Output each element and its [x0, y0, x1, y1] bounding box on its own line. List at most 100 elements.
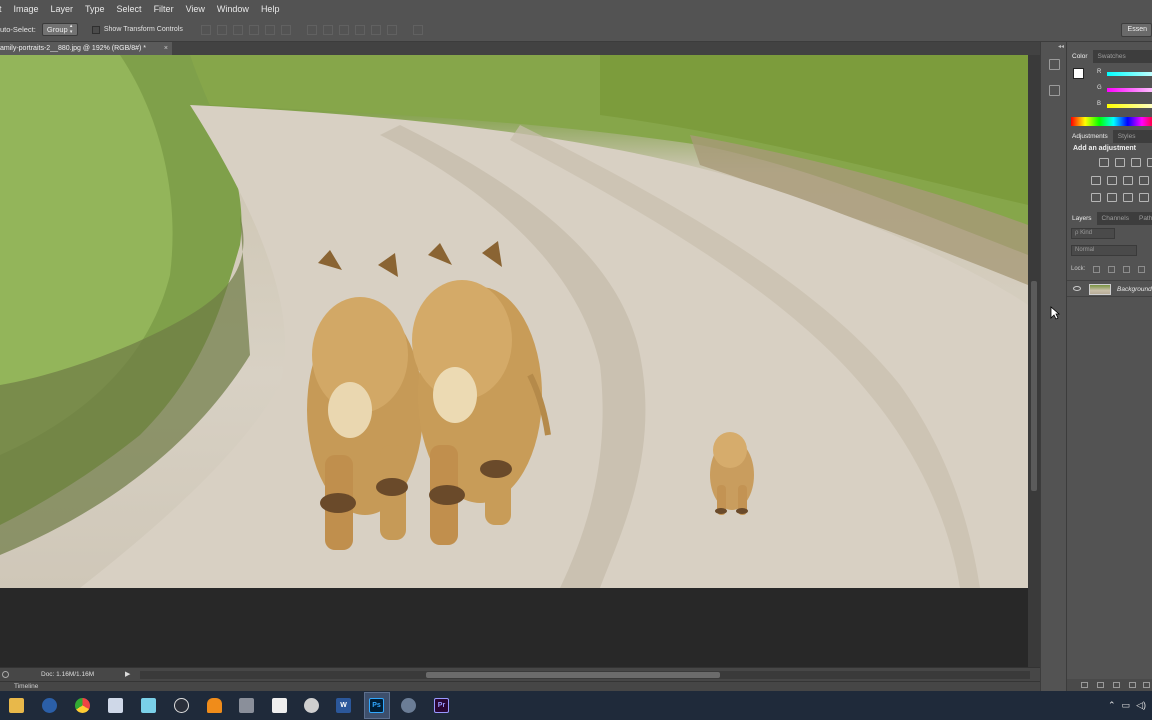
paint-icon[interactable]	[401, 698, 416, 713]
settings-icon[interactable]	[239, 698, 254, 713]
menu-layer[interactable]: Layer	[45, 0, 80, 18]
exposure-icon[interactable]	[1147, 158, 1152, 167]
properties-icon[interactable]	[1049, 85, 1060, 96]
link-layers-icon[interactable]	[1081, 682, 1088, 688]
distribute-top-icon[interactable]	[306, 24, 317, 35]
file-explorer-icon[interactable]	[9, 698, 24, 713]
blue-slider-row[interactable]: B	[1097, 101, 1152, 111]
threshold-icon[interactable]	[1123, 193, 1133, 202]
menu-type[interactable]: Type	[79, 0, 111, 18]
align-top-icon[interactable]	[200, 24, 211, 35]
red-slider[interactable]	[1107, 72, 1152, 76]
fx-icon[interactable]	[1097, 682, 1104, 688]
auto-align-icon[interactable]	[412, 24, 423, 35]
horizontal-scroll-thumb[interactable]	[426, 672, 720, 678]
network-icon[interactable]: ▭	[1122, 700, 1131, 711]
status-menu-arrow[interactable]: ▶	[125, 668, 130, 681]
close-icon[interactable]: ×	[164, 42, 168, 55]
align-vcenter-icon[interactable]	[216, 24, 227, 35]
app-icon[interactable]	[141, 698, 156, 713]
menu-filter[interactable]: Filter	[148, 0, 180, 18]
lock-transparent-icon[interactable]	[1093, 266, 1100, 273]
distribute-right-icon[interactable]	[386, 24, 397, 35]
color-balance-icon[interactable]	[1123, 176, 1133, 185]
document-tab-title: amily-portraits-2__880.jpg @ 192% (RGB/8…	[0, 45, 147, 52]
autoselect-dropdown[interactable]: Group	[41, 23, 78, 36]
distribute-left-icon[interactable]	[354, 24, 365, 35]
menu-view[interactable]: View	[180, 0, 211, 18]
distribute-vcenter-icon[interactable]	[322, 24, 333, 35]
brightness-icon[interactable]	[1099, 158, 1109, 167]
vibrance-icon[interactable]	[1091, 176, 1101, 185]
color-spectrum[interactable]	[1071, 117, 1152, 126]
tab-paths[interactable]: Paths	[1134, 212, 1152, 225]
invert-icon[interactable]	[1091, 193, 1101, 202]
menu-select[interactable]: Select	[111, 0, 148, 18]
blend-mode-dropdown[interactable]: Normal	[1071, 245, 1137, 256]
align-right-icon[interactable]	[280, 24, 291, 35]
tab-channels[interactable]: Channels	[1097, 212, 1134, 225]
calculator-icon[interactable]	[272, 698, 287, 713]
lock-image-icon[interactable]	[1108, 266, 1115, 273]
mask-icon[interactable]	[1113, 682, 1120, 688]
eye-icon[interactable]	[1073, 286, 1081, 291]
align-hcenter-icon[interactable]	[264, 24, 275, 35]
menu-image[interactable]: Image	[8, 0, 45, 18]
curves-icon[interactable]	[1131, 158, 1141, 167]
hue-saturation-icon[interactable]	[1107, 176, 1117, 185]
word-icon[interactable]: W	[336, 698, 351, 713]
gradient-map-icon[interactable]	[1139, 193, 1149, 202]
layers-panel-tabs: Layers Channels Paths	[1067, 212, 1152, 225]
green-slider-row[interactable]: G	[1097, 85, 1152, 95]
layer-name[interactable]: Background	[1117, 281, 1152, 298]
history-icon[interactable]	[1049, 59, 1060, 70]
vertical-scroll-thumb[interactable]	[1031, 281, 1037, 491]
volume-icon[interactable]: ◁)	[1136, 700, 1146, 711]
chrome-icon[interactable]	[75, 698, 90, 713]
menu-help[interactable]: Help	[255, 0, 286, 18]
media-icon[interactable]	[174, 698, 189, 713]
horizontal-scrollbar[interactable]	[140, 671, 1030, 679]
distribute-hcenter-icon[interactable]	[370, 24, 381, 35]
distribute-bottom-icon[interactable]	[338, 24, 349, 35]
layer-row[interactable]: Background	[1067, 280, 1152, 297]
document-image	[0, 55, 1028, 588]
green-label: G	[1097, 85, 1102, 91]
tray-expand-icon[interactable]: ⌃	[1108, 700, 1116, 711]
premiere-icon[interactable]: Pr	[434, 698, 449, 713]
chrome-alt-icon[interactable]	[304, 698, 319, 713]
canvas-area[interactable]	[0, 55, 1028, 667]
workspace-button[interactable]: Essen	[1120, 23, 1152, 37]
posterize-icon[interactable]	[1107, 193, 1117, 202]
vertical-scrollbar[interactable]	[1028, 55, 1040, 667]
black-white-icon[interactable]	[1139, 176, 1149, 185]
tab-layers[interactable]: Layers	[1067, 212, 1097, 225]
tab-styles[interactable]: Styles	[1113, 130, 1141, 143]
blue-slider[interactable]	[1107, 104, 1152, 108]
lock-all-icon[interactable]	[1138, 266, 1145, 273]
layer-kind-filter[interactable]: ρ Kind	[1071, 228, 1115, 239]
foreground-color-swatch[interactable]	[1073, 68, 1084, 79]
lock-position-icon[interactable]	[1123, 266, 1130, 273]
notepad-icon[interactable]	[108, 698, 123, 713]
tab-adjustments[interactable]: Adjustments	[1067, 130, 1113, 143]
color-swatches[interactable]	[1073, 68, 1091, 86]
align-icons	[200, 24, 429, 35]
red-slider-row[interactable]: R	[1097, 69, 1152, 79]
menu-edit[interactable]: it	[0, 0, 8, 18]
adjustment-layer-icon[interactable]	[1129, 682, 1136, 688]
new-group-icon[interactable]	[1143, 682, 1150, 688]
align-bottom-icon[interactable]	[232, 24, 243, 35]
tab-color[interactable]: Color	[1067, 50, 1093, 63]
collapse-icon[interactable]: ◂◂	[1058, 43, 1064, 50]
align-left-icon[interactable]	[248, 24, 259, 35]
tab-swatches[interactable]: Swatches	[1093, 50, 1131, 63]
levels-icon[interactable]	[1115, 158, 1125, 167]
show-transform-checkbox[interactable]	[91, 25, 100, 34]
photoshop-icon[interactable]: Ps	[369, 698, 384, 713]
vlc-icon[interactable]	[207, 698, 222, 713]
menu-window[interactable]: Window	[211, 0, 255, 18]
document-tab[interactable]: amily-portraits-2__880.jpg @ 192% (RGB/8…	[0, 42, 172, 55]
steam-icon[interactable]	[42, 698, 57, 713]
green-slider[interactable]	[1107, 88, 1152, 92]
